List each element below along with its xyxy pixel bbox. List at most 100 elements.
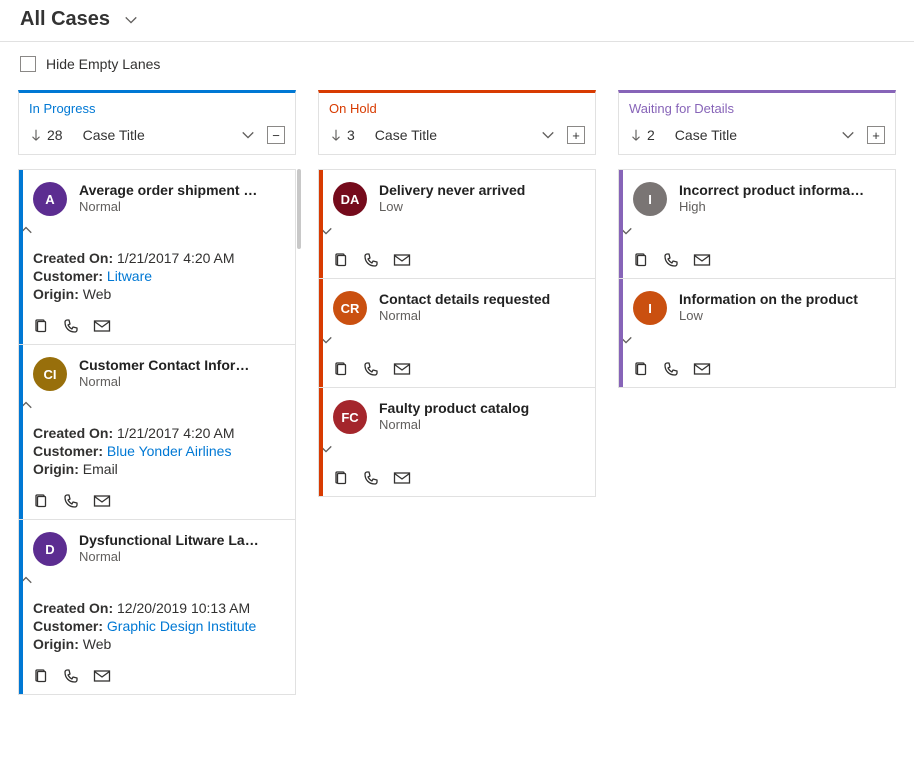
case-card[interactable]: CR Contact details requested Normal [319, 279, 595, 388]
mail-icon[interactable] [93, 493, 111, 509]
sort-direction[interactable] [329, 128, 343, 142]
card-header: I Information on the product Low [619, 279, 895, 331]
avatar: CR [333, 291, 367, 325]
sort-chevron [241, 128, 255, 142]
phone-icon[interactable] [363, 252, 379, 268]
card-header: D Dysfunctional Litware La… Normal [19, 520, 295, 572]
view-dropdown-chevron[interactable] [124, 13, 138, 27]
chevron-down-icon [124, 13, 138, 27]
phone-icon[interactable] [363, 361, 379, 377]
phone-icon[interactable] [63, 668, 79, 684]
case-card[interactable]: CI Customer Contact Infor… Normal Create… [19, 345, 295, 520]
case-card[interactable]: D Dysfunctional Litware La… Normal Creat… [19, 520, 295, 694]
created-on-label: Created On: [33, 250, 113, 266]
customer-label: Customer: [33, 618, 103, 634]
scrollbar[interactable] [297, 169, 301, 249]
phone-icon[interactable] [663, 252, 679, 268]
mail-icon[interactable] [393, 361, 411, 377]
copy-icon[interactable] [333, 252, 349, 268]
hide-empty-checkbox[interactable] [20, 56, 36, 72]
case-card[interactable]: DA Delivery never arrived Low [319, 170, 595, 279]
card-toggle[interactable] [619, 331, 895, 355]
case-title: Dysfunctional Litware La… [79, 532, 259, 548]
copy-icon[interactable] [333, 361, 349, 377]
avatar: DA [333, 182, 367, 216]
copy-icon[interactable] [633, 252, 649, 268]
mail-icon[interactable] [693, 361, 711, 377]
lane-header: Waiting for Details 2 Case Title + [618, 90, 896, 155]
customer-label: Customer: [33, 443, 103, 459]
hide-empty-label: Hide Empty Lanes [46, 56, 160, 72]
mail-icon[interactable] [693, 252, 711, 268]
card-toggle[interactable] [319, 440, 595, 464]
origin-value: Web [83, 636, 112, 652]
card-details: Created On: 12/20/2019 10:13 AM Customer… [19, 596, 295, 662]
card-actions [619, 246, 895, 278]
chevron-down-icon [841, 128, 855, 142]
case-priority: Normal [379, 308, 550, 323]
card-toggle[interactable] [319, 222, 595, 246]
card-actions [319, 355, 595, 387]
lane-toggle-button[interactable]: − [267, 126, 285, 144]
case-priority: Low [379, 199, 525, 214]
copy-icon[interactable] [33, 668, 49, 684]
card-toggle[interactable] [319, 331, 595, 355]
origin-value: Web [83, 286, 112, 302]
sort-arrow-icon [629, 128, 643, 142]
card-toggle[interactable] [19, 397, 295, 421]
mail-icon[interactable] [393, 252, 411, 268]
copy-icon[interactable] [633, 361, 649, 377]
card-header: DA Delivery never arrived Low [319, 170, 595, 222]
sort-direction[interactable] [29, 128, 43, 142]
case-priority: Normal [79, 549, 259, 564]
view-title: All Cases [20, 8, 110, 31]
copy-icon[interactable] [33, 493, 49, 509]
lane-title: Waiting for Details [629, 101, 885, 116]
card-toggle[interactable] [19, 572, 295, 596]
lane: In Progress 28 Case Title − A Average or… [18, 90, 296, 695]
created-on-value: 1/21/2017 4:20 AM [117, 250, 235, 266]
card-accent [319, 388, 323, 496]
mail-icon[interactable] [93, 318, 111, 334]
card-details: Created On: 1/21/2017 4:20 AM Customer: … [19, 421, 295, 487]
avatar: FC [333, 400, 367, 434]
case-card[interactable]: I Incorrect product informa… High [619, 170, 895, 279]
lane-sort[interactable]: Case Title [675, 127, 855, 143]
sort-direction[interactable] [629, 128, 643, 142]
lane-sort[interactable]: Case Title [375, 127, 555, 143]
phone-icon[interactable] [663, 361, 679, 377]
created-on-value: 12/20/2019 10:13 AM [117, 600, 250, 616]
origin-label: Origin: [33, 636, 79, 652]
card-accent [319, 279, 323, 387]
phone-icon[interactable] [63, 493, 79, 509]
mail-icon[interactable] [93, 668, 111, 684]
lane: On Hold 3 Case Title + DA Delivery never… [318, 90, 596, 497]
customer-link[interactable]: Litware [107, 268, 152, 284]
sort-arrow-icon [329, 128, 343, 142]
mail-icon[interactable] [393, 470, 411, 486]
card-actions [319, 246, 595, 278]
card-actions [619, 355, 895, 387]
sort-arrow-icon [29, 128, 43, 142]
phone-icon[interactable] [363, 470, 379, 486]
case-card[interactable]: I Information on the product Low [619, 279, 895, 387]
sort-chevron [841, 128, 855, 142]
case-card[interactable]: A Average order shipment … Normal Create… [19, 170, 295, 345]
lane-cards: DA Delivery never arrived Low CR Contact… [318, 169, 596, 497]
origin-value: Email [83, 461, 118, 477]
copy-icon[interactable] [33, 318, 49, 334]
case-priority: Normal [379, 417, 529, 432]
lane-toggle-button[interactable]: + [867, 126, 885, 144]
lane-count: 3 [347, 127, 355, 143]
lane-toggle-button[interactable]: + [567, 126, 585, 144]
customer-link[interactable]: Graphic Design Institute [107, 618, 256, 634]
phone-icon[interactable] [63, 318, 79, 334]
lane-sort[interactable]: Case Title [83, 127, 255, 143]
customer-link[interactable]: Blue Yonder Airlines [107, 443, 232, 459]
card-header: CI Customer Contact Infor… Normal [19, 345, 295, 397]
card-toggle[interactable] [19, 222, 295, 246]
origin-label: Origin: [33, 286, 79, 302]
copy-icon[interactable] [333, 470, 349, 486]
case-card[interactable]: FC Faulty product catalog Normal [319, 388, 595, 496]
card-toggle[interactable] [619, 222, 895, 246]
